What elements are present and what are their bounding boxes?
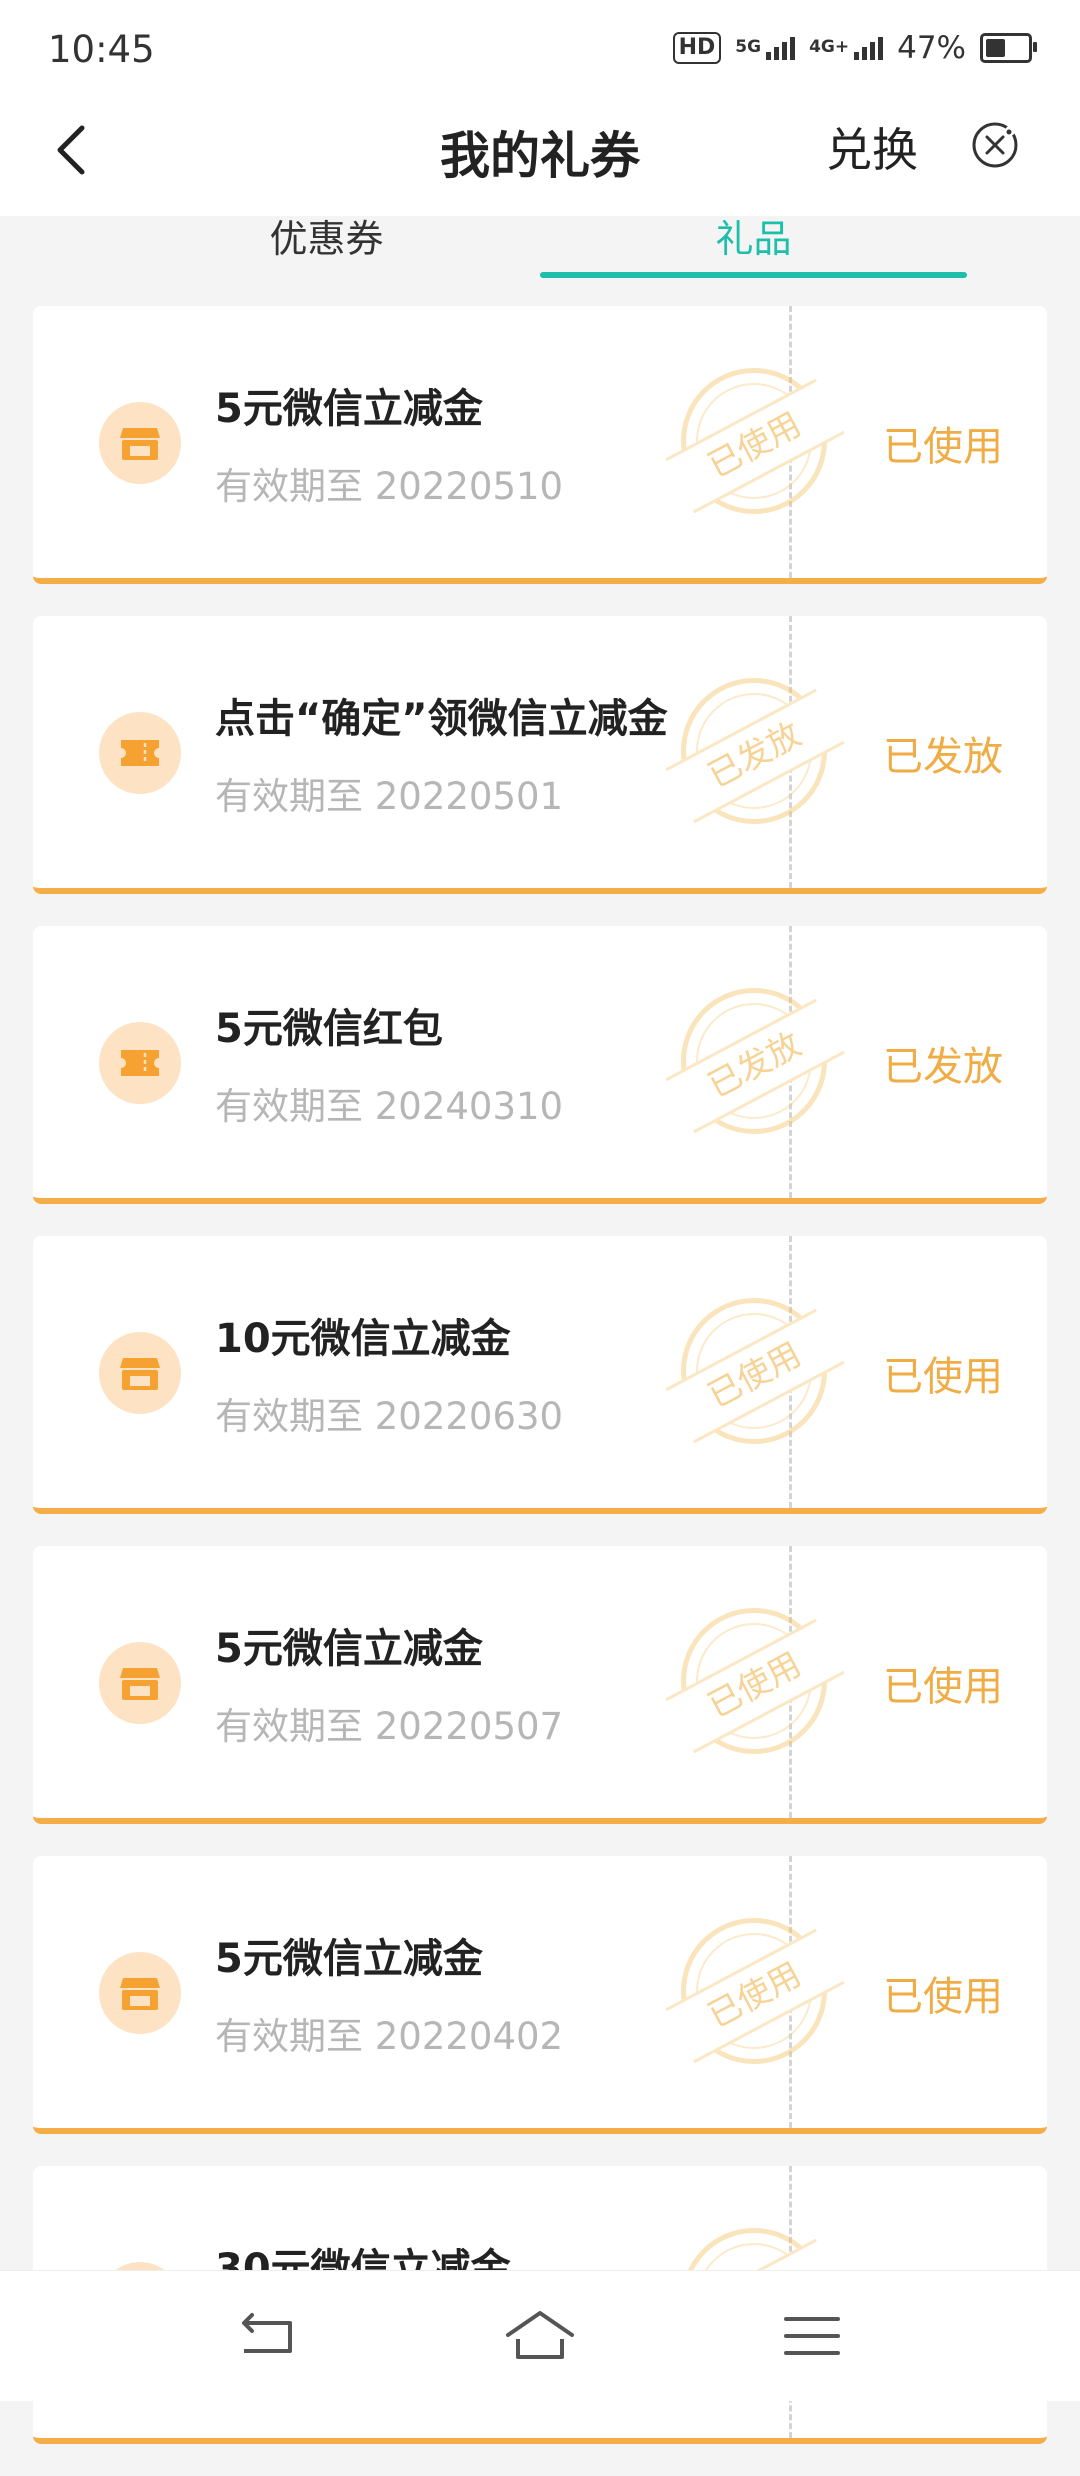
nav-menu-button[interactable] (772, 2301, 852, 2371)
stamp-text: 已发放 (665, 688, 845, 824)
gift-card[interactable]: 10元微信立减金 有效期至 20220630 已使用 已使用 (33, 1236, 1047, 1514)
battery-icon (980, 33, 1037, 63)
gift-title: 点击“确定”领微信立减金 (215, 696, 668, 742)
stamp-text: 已使用 (665, 1308, 845, 1444)
gift-expiry: 有效期至 20220501 (215, 775, 564, 818)
status-icons: HD 5G 4G+ 47% (672, 30, 1037, 66)
gift-icon-badge (99, 1022, 181, 1104)
gift-status[interactable]: 已发放 (883, 1034, 1003, 1092)
battery-percent: 47% (897, 30, 966, 66)
status-stamp: 已使用 (665, 1608, 845, 1754)
gift-icon-badge (99, 1952, 181, 2034)
gift-card[interactable]: 5元微信立减金 有效期至 20220402 已使用 已使用 (33, 1856, 1047, 2134)
status-time: 10:45 (48, 28, 155, 71)
page-title: 我的礼券 (440, 127, 640, 185)
home-icon (506, 2311, 574, 2359)
gift-title: 5元微信立减金 (215, 1936, 483, 1982)
ticket-icon (121, 740, 159, 766)
gift-card[interactable]: 5元微信红包 有效期至 20240310 已发放 已发放 (33, 926, 1047, 1204)
gift-status[interactable]: 已使用 (883, 1654, 1003, 1712)
exchange-button[interactable]: 兑换 (826, 114, 918, 180)
status-stamp: 已发放 (665, 988, 845, 1134)
signal-5g-icon: 5G (735, 36, 796, 60)
hd-voice-icon: HD (672, 32, 722, 64)
store-icon (120, 428, 160, 460)
gift-title: 10元微信立减金 (215, 1316, 511, 1362)
nav-back-button[interactable] (228, 2301, 308, 2371)
gift-expiry: 有效期至 20220630 (215, 1395, 564, 1438)
status-bar: 10:45 HD 5G 4G+ 47% (0, 0, 1080, 100)
ticket-icon (121, 1050, 159, 1076)
close-circle-icon (972, 122, 1018, 168)
close-miniprogram-button[interactable] (970, 120, 1020, 170)
status-stamp: 已使用 (665, 1298, 845, 1444)
stamp-text: 已使用 (665, 1618, 845, 1754)
net-label-4g: 4G+ (809, 36, 850, 57)
gift-card[interactable]: 点击“确定”领微信立减金 有效期至 20220501 已发放 已发放 (33, 616, 1047, 894)
gift-list: 5元微信立减金 有效期至 20220510 已使用 已使用 点击“确定”领微信立… (33, 306, 1047, 2476)
chevron-left-icon (57, 125, 85, 175)
gift-status[interactable]: 已使用 (883, 414, 1003, 472)
status-stamp: 已使用 (665, 1918, 845, 2064)
stamp-text: 已使用 (665, 378, 845, 514)
back-icon (242, 2313, 292, 2353)
gift-status[interactable]: 已使用 (883, 1344, 1003, 1402)
net-label-5g: 5G (735, 36, 762, 57)
gift-expiry: 有效期至 20220507 (215, 1705, 564, 1748)
tab-bar: 优惠券 礼品 (0, 216, 1080, 280)
gift-card[interactable]: 5元微信立减金 有效期至 20220510 已使用 已使用 (33, 306, 1047, 584)
status-stamp: 已发放 (665, 678, 845, 824)
gift-card[interactable]: 5元微信立减金 有效期至 20220507 已使用 已使用 (33, 1546, 1047, 1824)
app-header: 我的礼券 兑换 (0, 100, 1080, 216)
gift-expiry: 有效期至 20220510 (215, 465, 564, 508)
back-button[interactable] (44, 120, 104, 180)
gift-title: 5元微信红包 (215, 1006, 443, 1052)
tab-coupons[interactable]: 优惠券 (113, 216, 540, 280)
gift-icon-badge (99, 1332, 181, 1414)
tab-gifts[interactable]: 礼品 (540, 216, 967, 280)
gift-title: 5元微信立减金 (215, 1626, 483, 1672)
nav-home-button[interactable] (500, 2301, 580, 2371)
signal-4g-icon: 4G+ (809, 36, 884, 60)
status-stamp: 已使用 (665, 368, 845, 514)
stamp-text: 已使用 (665, 1928, 845, 2064)
menu-icon (784, 2317, 840, 2355)
gift-status[interactable]: 已发放 (883, 724, 1003, 782)
gift-expiry: 有效期至 20220402 (215, 2015, 564, 2058)
system-nav-bar (0, 2270, 1080, 2401)
store-icon (120, 1668, 160, 1700)
gift-icon-badge (99, 402, 181, 484)
gift-title: 5元微信立减金 (215, 386, 483, 432)
gift-icon-badge (99, 712, 181, 794)
store-icon (120, 1358, 160, 1390)
active-tab-indicator (540, 272, 967, 278)
gift-icon-badge (99, 1642, 181, 1724)
gift-expiry: 有效期至 20240310 (215, 1085, 564, 1128)
store-icon (120, 1978, 160, 2010)
stamp-text: 已发放 (665, 998, 845, 1134)
gift-status[interactable]: 已使用 (883, 1964, 1003, 2022)
